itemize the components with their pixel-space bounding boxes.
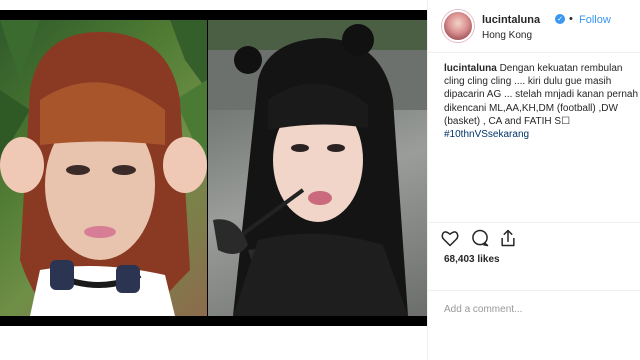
comment-input[interactable] xyxy=(444,302,624,316)
caption-username[interactable]: lucintaluna xyxy=(444,63,497,74)
post-media[interactable] xyxy=(0,10,427,326)
comment-divider xyxy=(428,290,640,291)
header-separator: • xyxy=(569,13,573,25)
caption-line-5: (basket) , CA and FATIH S☐ xyxy=(444,115,571,127)
post-header: lucintaluna ✓ • Follow Hong Kong xyxy=(428,0,640,53)
post-actions xyxy=(440,228,640,250)
post-caption: lucintaluna Dengan kekuatan rembulan cli… xyxy=(444,62,638,141)
header-username[interactable]: lucintaluna xyxy=(482,14,540,26)
comment-bubble-icon[interactable] xyxy=(470,228,492,250)
heart-outline-icon[interactable] xyxy=(440,228,462,250)
photo-present xyxy=(208,20,427,316)
photo-past xyxy=(0,20,207,316)
verified-badge-icon: ✓ xyxy=(555,14,565,24)
caption-line-2: cling cling cling .... kiri dulu gue mas… xyxy=(444,76,612,88)
caption-line-4: dikencani ML,AA,KH,DM (football) ,DW xyxy=(444,102,618,114)
present-portrait-illustration xyxy=(208,20,427,316)
caption-hashtag[interactable]: #10thnVSsekarang xyxy=(444,128,638,141)
share-upload-icon[interactable] xyxy=(498,228,520,250)
location-link[interactable]: Hong Kong xyxy=(482,30,532,41)
post-side-panel: lucintaluna ✓ • Follow Hong Kong lucinta… xyxy=(427,0,640,360)
likes-count[interactable]: 68,403 likes xyxy=(444,254,500,265)
caption-line-3: dipacarin AG ... stelah mnjadi kanan per… xyxy=(444,89,638,101)
follow-button[interactable]: Follow xyxy=(579,14,611,26)
past-portrait-illustration xyxy=(0,20,207,316)
caption-line-1: lucintaluna Dengan kekuatan rembulan xyxy=(444,62,638,75)
profile-avatar[interactable] xyxy=(442,10,474,42)
caption-text-1: Dengan kekuatan rembulan xyxy=(499,63,623,74)
actions-divider xyxy=(428,222,640,223)
